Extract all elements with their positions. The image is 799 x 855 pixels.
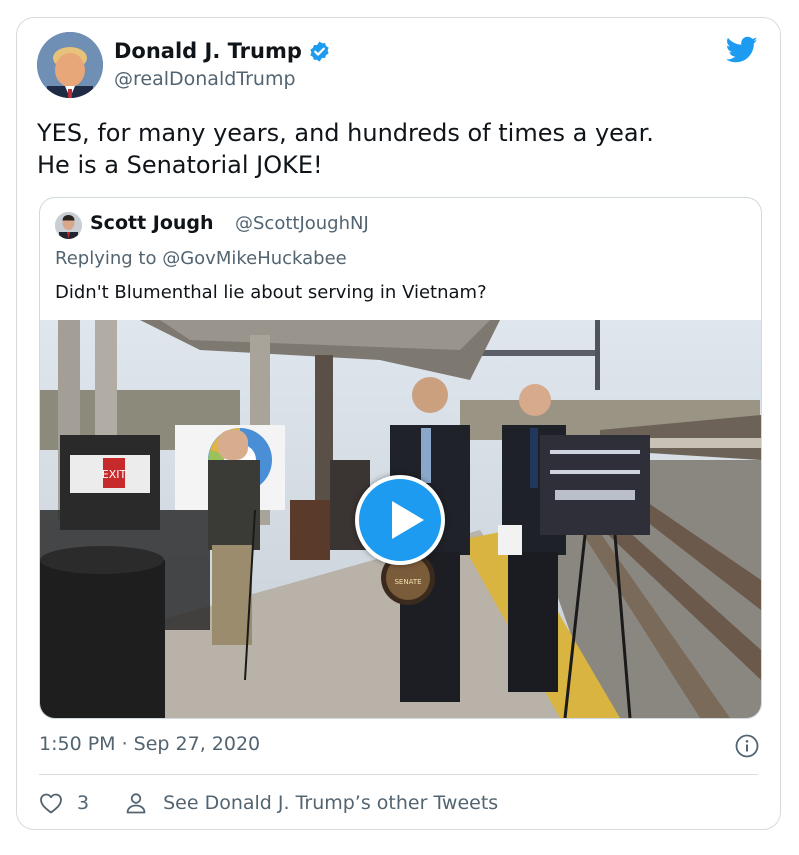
exit-sign-text: EXIT	[102, 468, 127, 481]
heart-icon[interactable]	[39, 792, 63, 814]
quoted-tweet-text: Didn't Blumenthal lie about serving in V…	[55, 282, 487, 303]
tweet-text: YES, for many years, and hundreds of tim…	[37, 119, 654, 179]
play-button[interactable]	[355, 475, 445, 565]
like-count[interactable]: 3	[77, 792, 89, 814]
quoted-author-handle[interactable]: @ScottJoughNJ	[235, 213, 369, 234]
author-name-row[interactable]: Donald J. Trump	[114, 39, 331, 63]
verified-badge-icon	[310, 40, 329, 62]
author-handle[interactable]: @realDonaldTrump	[114, 68, 296, 90]
senate-seal-text: SENATE	[394, 578, 421, 586]
tweet-actions: 3 See Donald J. Trump’s other Tweets	[39, 790, 498, 816]
play-icon	[392, 501, 424, 539]
see-other-tweets-link[interactable]: See Donald J. Trump’s other Tweets	[163, 792, 498, 814]
quoted-tweet[interactable]: Scott Jough @ScottJoughNJ Replying to @G…	[39, 197, 762, 719]
author-avatar[interactable]	[37, 32, 103, 98]
divider	[39, 774, 758, 775]
info-icon[interactable]	[735, 734, 759, 758]
quoted-author-avatar[interactable]	[55, 212, 82, 239]
tweet-card: Donald J. Trump @realDonaldTrump YES, fo…	[16, 17, 781, 830]
replying-to: Replying to @GovMikeHuckabee	[55, 248, 347, 269]
twitter-bird-icon[interactable]	[726, 36, 758, 64]
author-name[interactable]: Donald J. Trump	[114, 39, 302, 63]
video-player[interactable]: EXIT SENATE	[40, 320, 761, 718]
person-icon[interactable]	[125, 792, 147, 814]
quoted-author-name[interactable]: Scott Jough	[90, 212, 214, 234]
tweet-timestamp[interactable]: 1:50 PM · Sep 27, 2020	[39, 733, 260, 755]
